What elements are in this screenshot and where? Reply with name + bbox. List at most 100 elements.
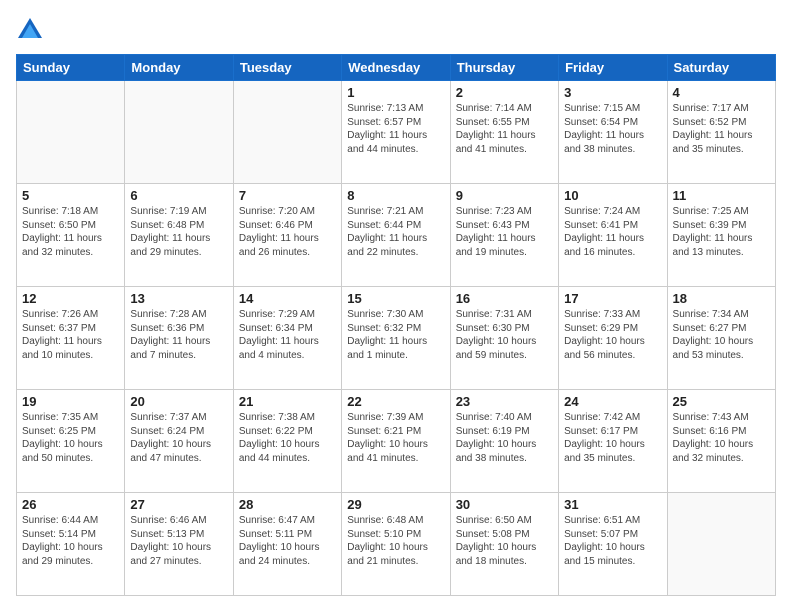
day-info: Sunrise: 7:28 AM Sunset: 6:36 PM Dayligh… xyxy=(130,308,227,362)
day-number: 31 xyxy=(564,497,661,512)
calendar-cell: 20 Sunrise: 7:37 AM Sunset: 6:24 PM Dayli… xyxy=(125,390,233,493)
col-tuesday: Tuesday xyxy=(233,55,341,81)
day-info: Sunrise: 7:14 AM Sunset: 6:55 PM Dayligh… xyxy=(456,102,553,156)
day-number: 24 xyxy=(564,394,661,409)
day-number: 21 xyxy=(239,394,336,409)
day-number: 13 xyxy=(130,291,227,306)
day-info: Sunrise: 7:20 AM Sunset: 6:46 PM Dayligh… xyxy=(239,205,336,259)
header xyxy=(16,16,776,44)
calendar-cell: 23 Sunrise: 7:40 AM Sunset: 6:19 PM Dayli… xyxy=(450,390,558,493)
day-number: 26 xyxy=(22,497,119,512)
calendar-cell: 2 Sunrise: 7:14 AM Sunset: 6:55 PM Daylig… xyxy=(450,81,558,184)
day-info: Sunrise: 6:51 AM Sunset: 5:07 PM Dayligh… xyxy=(564,514,661,568)
calendar-cell: 10 Sunrise: 7:24 AM Sunset: 6:41 PM Dayli… xyxy=(559,184,667,287)
day-info: Sunrise: 7:29 AM Sunset: 6:34 PM Dayligh… xyxy=(239,308,336,362)
day-info: Sunrise: 7:30 AM Sunset: 6:32 PM Dayligh… xyxy=(347,308,444,362)
day-info: Sunrise: 7:42 AM Sunset: 6:17 PM Dayligh… xyxy=(564,411,661,465)
day-info: Sunrise: 7:18 AM Sunset: 6:50 PM Dayligh… xyxy=(22,205,119,259)
day-number: 4 xyxy=(673,85,770,100)
calendar-cell: 26Sunrise: 6:44 AM Sunset: 5:14 PM Dayli… xyxy=(17,493,125,596)
calendar-cell: 16Sunrise: 7:31 AM Sunset: 6:30 PM Dayli… xyxy=(450,287,558,390)
day-info: Sunrise: 6:47 AM Sunset: 5:11 PM Dayligh… xyxy=(239,514,336,568)
calendar-cell: 31 Sunrise: 6:51 AM Sunset: 5:07 PM Dayli… xyxy=(559,493,667,596)
calendar-cell: 22 Sunrise: 7:39 AM Sunset: 6:21 PM Dayli… xyxy=(342,390,450,493)
calendar-cell: 4 Sunrise: 7:17 AM Sunset: 6:52 PM Daylig… xyxy=(667,81,775,184)
calendar-cell: 29Sunrise: 6:48 AM Sunset: 5:10 PM Dayli… xyxy=(342,493,450,596)
calendar-cell: 6 Sunrise: 7:19 AM Sunset: 6:48 PM Daylig… xyxy=(125,184,233,287)
calendar-cell: 13 Sunrise: 7:28 AM Sunset: 6:36 PM Dayli… xyxy=(125,287,233,390)
page: Sunday Monday Tuesday Wednesday Thursday… xyxy=(0,0,792,612)
col-thursday: Thursday xyxy=(450,55,558,81)
day-info: Sunrise: 7:17 AM Sunset: 6:52 PM Dayligh… xyxy=(673,102,770,156)
day-info: Sunrise: 7:39 AM Sunset: 6:21 PM Dayligh… xyxy=(347,411,444,465)
day-number: 6 xyxy=(130,188,227,203)
day-number: 5 xyxy=(22,188,119,203)
calendar-cell: 28Sunrise: 6:47 AM Sunset: 5:11 PM Dayli… xyxy=(233,493,341,596)
day-number: 27 xyxy=(130,497,227,512)
day-info: Sunrise: 7:38 AM Sunset: 6:22 PM Dayligh… xyxy=(239,411,336,465)
header-row: Sunday Monday Tuesday Wednesday Thursday… xyxy=(17,55,776,81)
col-sunday: Sunday xyxy=(17,55,125,81)
col-friday: Friday xyxy=(559,55,667,81)
day-info: Sunrise: 7:15 AM Sunset: 6:54 PM Dayligh… xyxy=(564,102,661,156)
day-number: 2 xyxy=(456,85,553,100)
calendar-cell: 12 Sunrise: 7:26 AM Sunset: 6:37 PM Dayli… xyxy=(17,287,125,390)
calendar-header: Sunday Monday Tuesday Wednesday Thursday… xyxy=(17,55,776,81)
day-info: Sunrise: 7:21 AM Sunset: 6:44 PM Dayligh… xyxy=(347,205,444,259)
calendar-cell: 1 Sunrise: 7:13 AM Sunset: 6:57 PM Daylig… xyxy=(342,81,450,184)
calendar-body: 1 Sunrise: 7:13 AM Sunset: 6:57 PM Daylig… xyxy=(17,81,776,596)
calendar-table: Sunday Monday Tuesday Wednesday Thursday… xyxy=(16,54,776,596)
col-wednesday: Wednesday xyxy=(342,55,450,81)
calendar-cell: 15 Sunrise: 7:30 AM Sunset: 6:32 PM Dayli… xyxy=(342,287,450,390)
calendar-cell xyxy=(125,81,233,184)
day-info: Sunrise: 6:48 AM Sunset: 5:10 PM Dayligh… xyxy=(347,514,444,568)
calendar-cell: 3 Sunrise: 7:15 AM Sunset: 6:54 PM Daylig… xyxy=(559,81,667,184)
day-info: Sunrise: 7:24 AM Sunset: 6:41 PM Dayligh… xyxy=(564,205,661,259)
day-number: 15 xyxy=(347,291,444,306)
day-number: 11 xyxy=(673,188,770,203)
calendar-cell: 11Sunrise: 7:25 AM Sunset: 6:39 PM Dayli… xyxy=(667,184,775,287)
day-number: 16 xyxy=(456,291,553,306)
calendar-row-0: 1 Sunrise: 7:13 AM Sunset: 6:57 PM Daylig… xyxy=(17,81,776,184)
calendar-cell: 17Sunrise: 7:33 AM Sunset: 6:29 PM Dayli… xyxy=(559,287,667,390)
day-info: Sunrise: 6:50 AM Sunset: 5:08 PM Dayligh… xyxy=(456,514,553,568)
calendar-cell: 14 Sunrise: 7:29 AM Sunset: 6:34 PM Dayli… xyxy=(233,287,341,390)
day-number: 22 xyxy=(347,394,444,409)
day-number: 9 xyxy=(456,188,553,203)
day-number: 19 xyxy=(22,394,119,409)
day-info: Sunrise: 7:26 AM Sunset: 6:37 PM Dayligh… xyxy=(22,308,119,362)
col-saturday: Saturday xyxy=(667,55,775,81)
calendar-cell: 25 Sunrise: 7:43 AM Sunset: 6:16 PM Dayli… xyxy=(667,390,775,493)
calendar-row-1: 5 Sunrise: 7:18 AM Sunset: 6:50 PM Daylig… xyxy=(17,184,776,287)
calendar-cell: 27 Sunrise: 6:46 AM Sunset: 5:13 PM Dayli… xyxy=(125,493,233,596)
day-number: 3 xyxy=(564,85,661,100)
calendar-cell xyxy=(233,81,341,184)
day-number: 20 xyxy=(130,394,227,409)
day-info: Sunrise: 6:46 AM Sunset: 5:13 PM Dayligh… xyxy=(130,514,227,568)
calendar-cell: 9 Sunrise: 7:23 AM Sunset: 6:43 PM Daylig… xyxy=(450,184,558,287)
calendar-cell: 5 Sunrise: 7:18 AM Sunset: 6:50 PM Daylig… xyxy=(17,184,125,287)
day-number: 25 xyxy=(673,394,770,409)
day-number: 17 xyxy=(564,291,661,306)
calendar-cell: 7 Sunrise: 7:20 AM Sunset: 6:46 PM Daylig… xyxy=(233,184,341,287)
day-number: 14 xyxy=(239,291,336,306)
col-monday: Monday xyxy=(125,55,233,81)
day-info: Sunrise: 7:23 AM Sunset: 6:43 PM Dayligh… xyxy=(456,205,553,259)
day-number: 10 xyxy=(564,188,661,203)
calendar-cell: 30Sunrise: 6:50 AM Sunset: 5:08 PM Dayli… xyxy=(450,493,558,596)
day-info: Sunrise: 7:34 AM Sunset: 6:27 PM Dayligh… xyxy=(673,308,770,362)
day-info: Sunrise: 7:13 AM Sunset: 6:57 PM Dayligh… xyxy=(347,102,444,156)
calendar-cell xyxy=(667,493,775,596)
day-number: 1 xyxy=(347,85,444,100)
day-info: Sunrise: 7:19 AM Sunset: 6:48 PM Dayligh… xyxy=(130,205,227,259)
day-info: Sunrise: 7:40 AM Sunset: 6:19 PM Dayligh… xyxy=(456,411,553,465)
day-number: 23 xyxy=(456,394,553,409)
day-info: Sunrise: 7:37 AM Sunset: 6:24 PM Dayligh… xyxy=(130,411,227,465)
day-number: 7 xyxy=(239,188,336,203)
day-number: 12 xyxy=(22,291,119,306)
logo xyxy=(16,16,48,44)
calendar-cell: 18Sunrise: 7:34 AM Sunset: 6:27 PM Dayli… xyxy=(667,287,775,390)
calendar-cell: 21 Sunrise: 7:38 AM Sunset: 6:22 PM Dayli… xyxy=(233,390,341,493)
day-info: Sunrise: 7:43 AM Sunset: 6:16 PM Dayligh… xyxy=(673,411,770,465)
calendar-row-3: 19Sunrise: 7:35 AM Sunset: 6:25 PM Dayli… xyxy=(17,390,776,493)
